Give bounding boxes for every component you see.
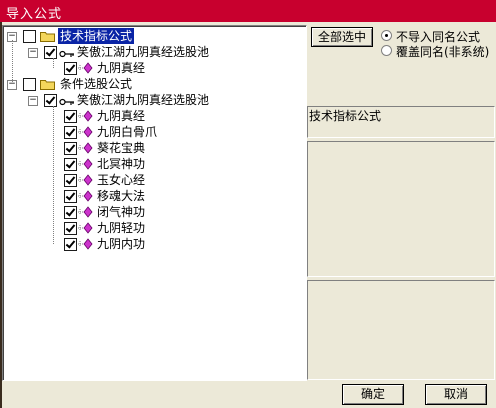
ok-button[interactable]: 确定 <box>342 384 404 405</box>
formula-checkbox[interactable] <box>64 110 77 123</box>
import-mode-radio[interactable] <box>381 30 392 41</box>
formula-icon <box>78 190 94 202</box>
tree-node-group[interactable]: − 笑傲江湖九阴真经选股池 <box>3 92 303 108</box>
formula-label[interactable]: 闭气神功 <box>95 204 147 220</box>
formula-icon <box>78 174 94 186</box>
select-all-button[interactable]: 全部选中 <box>311 27 373 47</box>
formula-label[interactable]: 九阴真经 <box>95 60 147 76</box>
group-label[interactable]: 笑傲江湖九阴真经选股池 <box>75 92 211 108</box>
formula-icon <box>78 206 94 218</box>
tree-node-formula[interactable]: 九阴内功 <box>3 236 303 252</box>
formula-tree[interactable]: − 技术指标公式 − 笑傲江湖九阴真经选股池 九阴真经 − 条件选股公式 − 笑傲江湖九阴真经选… <box>2 25 307 381</box>
tree-connector <box>12 40 13 82</box>
formula-label[interactable]: 移魂大法 <box>95 188 147 204</box>
category-checkbox[interactable] <box>23 30 36 43</box>
formula-checkbox[interactable] <box>64 126 77 139</box>
tree-node-formula[interactable]: 北冥神功 <box>3 156 303 172</box>
tree-connector <box>53 106 54 244</box>
formula-icon <box>78 62 94 74</box>
tree-node-formula[interactable]: 闭气神功 <box>3 204 303 220</box>
folder-icon <box>40 78 55 90</box>
formula-checkbox[interactable] <box>64 62 77 75</box>
key-icon <box>59 95 75 106</box>
formula-checkbox[interactable] <box>64 222 77 235</box>
tree-node-category[interactable]: − 条件选股公式 <box>3 76 303 92</box>
key-icon <box>59 47 75 58</box>
cancel-button[interactable]: 取消 <box>425 384 487 405</box>
category-label[interactable]: 技术指标公式 <box>58 28 135 44</box>
tree-node-formula[interactable]: 移魂大法 <box>3 188 303 204</box>
tree-node-formula[interactable]: 九阴真经 <box>3 108 303 124</box>
formula-checkbox[interactable] <box>64 174 77 187</box>
formula-checkbox[interactable] <box>64 142 77 155</box>
tree-node-formula[interactable]: 玉女心经 <box>3 172 303 188</box>
category-checkbox[interactable] <box>23 78 36 91</box>
formula-label[interactable]: 北冥神功 <box>95 156 147 172</box>
info-title: 技术指标公式 <box>309 109 382 123</box>
formula-checkbox[interactable] <box>64 206 77 219</box>
formula-label[interactable]: 九阴内功 <box>95 236 147 252</box>
group-label[interactable]: 笑傲江湖九阴真经选股池 <box>75 44 211 60</box>
formula-checkbox[interactable] <box>64 190 77 203</box>
formula-icon <box>78 142 94 154</box>
tree-connector <box>53 58 54 68</box>
tree-node-category[interactable]: − 技术指标公式 <box>3 28 303 44</box>
formula-icon <box>78 126 94 138</box>
window-title: 导入公式 <box>6 7 63 22</box>
formula-label[interactable]: 九阴真经 <box>95 108 147 124</box>
formula-checkbox[interactable] <box>64 238 77 251</box>
import-mode-label[interactable]: 覆盖同名(非系统) <box>396 43 489 60</box>
formula-icon <box>78 238 94 250</box>
tree-node-formula[interactable]: 九阴白骨爪 <box>3 124 303 140</box>
category-label[interactable]: 条件选股公式 <box>58 76 134 92</box>
tree-node-formula[interactable]: 九阴轻功 <box>3 220 303 236</box>
info-panel-description <box>307 141 495 277</box>
title-bar[interactable]: 导入公式 <box>0 0 496 22</box>
formula-icon <box>78 158 94 170</box>
tree-node-formula[interactable]: 葵花宝典 <box>3 140 303 156</box>
formula-icon <box>78 110 94 122</box>
tree-node-formula[interactable]: 九阴真经 <box>3 60 303 76</box>
folder-icon <box>40 30 55 42</box>
formula-label[interactable]: 九阴轻功 <box>95 220 147 236</box>
collapse-toggle[interactable]: − <box>28 48 38 58</box>
formula-icon <box>78 222 94 234</box>
tree-node-group[interactable]: − 笑傲江湖九阴真经选股池 <box>3 44 303 60</box>
formula-label[interactable]: 葵花宝典 <box>95 140 147 156</box>
collapse-toggle[interactable]: − <box>28 96 38 106</box>
formula-label[interactable]: 玉女心经 <box>95 172 147 188</box>
formula-checkbox[interactable] <box>64 158 77 171</box>
import-mode-radio[interactable] <box>381 45 392 56</box>
formula-label[interactable]: 九阴白骨爪 <box>95 124 159 140</box>
group-checkbox[interactable] <box>44 94 57 107</box>
info-panel-params <box>307 280 495 380</box>
group-checkbox[interactable] <box>44 46 57 59</box>
